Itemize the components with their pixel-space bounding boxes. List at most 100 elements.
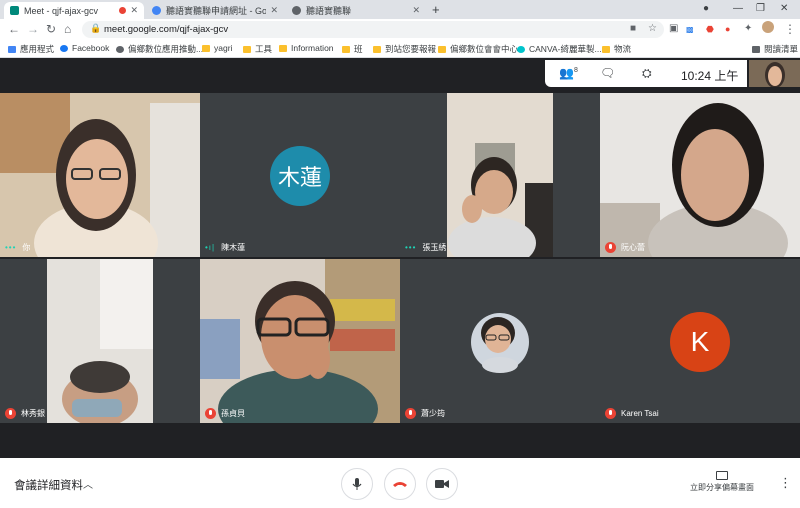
folder-icon bbox=[438, 45, 446, 53]
mic-off-icon bbox=[5, 408, 16, 419]
mic-off-icon bbox=[605, 408, 616, 419]
maximize-button[interactable]: ❐ bbox=[756, 3, 765, 14]
mic-off-icon bbox=[605, 242, 616, 253]
participant-avatar: K bbox=[670, 312, 730, 372]
bookmark-item[interactable]: CANVA-綺麗華製... bbox=[517, 43, 602, 55]
tab-site[interactable]: 聽語實聽聯 ✕ bbox=[286, 2, 426, 19]
camera-button[interactable] bbox=[426, 468, 458, 500]
meet-favicon-icon bbox=[10, 6, 19, 15]
close-tab-icon[interactable]: ✕ bbox=[270, 5, 278, 16]
present-now-button[interactable]: 立即分享偏幕畫面 bbox=[690, 471, 754, 493]
folder-icon bbox=[342, 45, 350, 53]
tab-title: 聽語實聽聯申請網址 - Google 雲 bbox=[166, 6, 267, 16]
tab-strip: Meet - qjf-ajax-gcv ✕ 聽語實聽聯申請網址 - Google… bbox=[0, 0, 800, 19]
participant-video bbox=[447, 93, 553, 257]
close-tab-icon[interactable]: ✕ bbox=[130, 5, 138, 16]
browser-menu-icon[interactable]: ⋮ bbox=[784, 22, 796, 36]
tab-meet[interactable]: Meet - qjf-ajax-gcv ✕ bbox=[4, 2, 144, 19]
bookmark-item[interactable]: yagri bbox=[202, 43, 232, 53]
self-preview-thumbnail[interactable] bbox=[749, 60, 800, 87]
facebook-icon bbox=[60, 44, 68, 52]
activities-icon[interactable]: ⛭ bbox=[642, 66, 652, 81]
participant-name: 林秀銀 bbox=[5, 408, 45, 419]
participant-name: •ı| 陳木蓮 bbox=[205, 243, 246, 252]
close-tab-icon[interactable]: ✕ bbox=[412, 5, 420, 16]
participant-tile-self[interactable]: ••• 你 bbox=[0, 93, 200, 257]
meeting-details-button[interactable]: 會議詳細資料 bbox=[14, 477, 83, 493]
participant-video bbox=[47, 259, 153, 423]
media-control-icon[interactable]: ● bbox=[703, 3, 709, 14]
microphone-button[interactable] bbox=[341, 468, 373, 500]
browser-window: Meet - qjf-ajax-gcv ✕ 聽語實聽聯申請網址 - Google… bbox=[0, 0, 800, 508]
bookmark-item[interactable]: 班 bbox=[342, 43, 363, 55]
participant-video bbox=[471, 313, 529, 373]
minimize-button[interactable]: — bbox=[733, 3, 743, 14]
leave-call-button[interactable] bbox=[384, 468, 416, 500]
url-text: meet.google.com/qjf-ajax-gcv bbox=[104, 24, 229, 35]
more-options-icon[interactable]: ⋮ bbox=[779, 475, 792, 491]
bookmark-item[interactable]: 物流 bbox=[602, 43, 631, 55]
participant-name: Karen Tsai bbox=[605, 408, 659, 419]
bookmark-item[interactable]: 應用程式 bbox=[8, 43, 54, 55]
extensions-puzzle-icon[interactable]: ✦ bbox=[744, 22, 752, 36]
folder-icon bbox=[243, 45, 251, 53]
adblock-icon[interactable]: ⬣ bbox=[706, 22, 714, 36]
lock-icon: 🔒 bbox=[90, 23, 102, 33]
participant-name: 孫貞貝 bbox=[205, 408, 245, 419]
close-window-button[interactable]: ✕ bbox=[780, 3, 788, 14]
google-favicon-icon bbox=[152, 6, 161, 15]
tab-title: 聽語實聽聯 bbox=[306, 6, 352, 16]
tab-title: Meet - qjf-ajax-gcv bbox=[24, 5, 99, 16]
participant-tile-zhang[interactable]: ••• 張玉綉 bbox=[400, 93, 600, 257]
person-icon bbox=[116, 45, 124, 53]
self-preview-video bbox=[749, 60, 800, 87]
participant-tile-karen[interactable]: K Karen Tsai bbox=[600, 259, 800, 423]
tab-google-form[interactable]: 聽語實聽聯申請網址 - Google 雲 ✕ bbox=[146, 2, 284, 19]
grid-icon bbox=[8, 45, 16, 53]
participant-tile-chen[interactable]: 木蓮 •ı| 陳木蓮 bbox=[200, 93, 400, 257]
reload-button[interactable]: ↻ bbox=[46, 22, 56, 36]
globe-icon bbox=[292, 6, 301, 15]
camera-icon bbox=[435, 480, 449, 488]
bookmark-item[interactable]: Facebook bbox=[60, 43, 109, 53]
extension-icon[interactable]: ▣ bbox=[669, 22, 678, 36]
meet-controls-bar: 會議詳細資料 ︿ 立即分享偏幕畫面 ⋮ bbox=[0, 458, 800, 508]
participant-video bbox=[0, 93, 200, 257]
folder-icon bbox=[602, 45, 610, 53]
forward-button[interactable]: → bbox=[27, 22, 39, 36]
camera-in-use-icon[interactable]: ■ bbox=[630, 23, 636, 34]
bookmark-item[interactable]: 偏鄉數位會會中心 bbox=[438, 43, 518, 55]
participant-tile-sun[interactable]: 孫貞貝 bbox=[200, 259, 400, 423]
bookmark-item[interactable]: 工具 bbox=[243, 43, 272, 55]
participant-video bbox=[200, 259, 400, 423]
home-button[interactable]: ⌂ bbox=[64, 22, 71, 36]
folder-icon bbox=[279, 44, 287, 52]
canva-icon bbox=[517, 45, 525, 53]
bookmark-star-icon[interactable]: ☆ bbox=[648, 23, 657, 34]
participant-tile-lin[interactable]: 林秀銀 bbox=[0, 259, 200, 423]
meeting-info-bar: 👥8 🗨 ⛭ 10:24 上午 bbox=[545, 60, 747, 87]
address-bar[interactable]: 🔒 meet.google.com/qjf-ajax-gcv ■ ☆ bbox=[82, 21, 664, 38]
participant-tile-xiao[interactable]: 蕭少筠 bbox=[400, 259, 600, 423]
hang-up-icon bbox=[393, 482, 407, 487]
folder-icon bbox=[202, 44, 210, 52]
chat-icon[interactable]: 🗨 bbox=[600, 66, 615, 80]
new-extension-icon[interactable]: ▩ bbox=[686, 23, 694, 37]
s-extension-icon[interactable]: ● bbox=[725, 22, 730, 36]
reading-list-icon bbox=[752, 45, 760, 53]
participant-tile-ruan[interactable]: 阮心蕾 bbox=[600, 93, 800, 257]
folder-icon bbox=[373, 45, 381, 53]
participant-name: 蕭少筠 bbox=[405, 408, 445, 419]
browser-toolbar: ← → ↻ ⌂ 🔒 meet.google.com/qjf-ajax-gcv ■… bbox=[0, 19, 800, 40]
participant-avatar: 木蓮 bbox=[270, 146, 330, 206]
participant-name: ••• 張玉綉 bbox=[405, 243, 447, 252]
bookmark-item[interactable]: 到站您要報報 bbox=[373, 43, 436, 55]
reading-list-button[interactable]: 閱讀清單 bbox=[752, 43, 798, 55]
profile-avatar[interactable] bbox=[762, 21, 774, 33]
chevron-up-icon[interactable]: ︿ bbox=[83, 476, 93, 491]
back-button[interactable]: ← bbox=[8, 22, 20, 36]
bookmark-item[interactable]: Information bbox=[279, 43, 334, 53]
new-tab-button[interactable]: + bbox=[432, 2, 440, 18]
participants-icon[interactable]: 👥8 bbox=[559, 66, 578, 80]
bookmark-item[interactable]: 偏鄉數位應用推動... bbox=[116, 43, 203, 55]
